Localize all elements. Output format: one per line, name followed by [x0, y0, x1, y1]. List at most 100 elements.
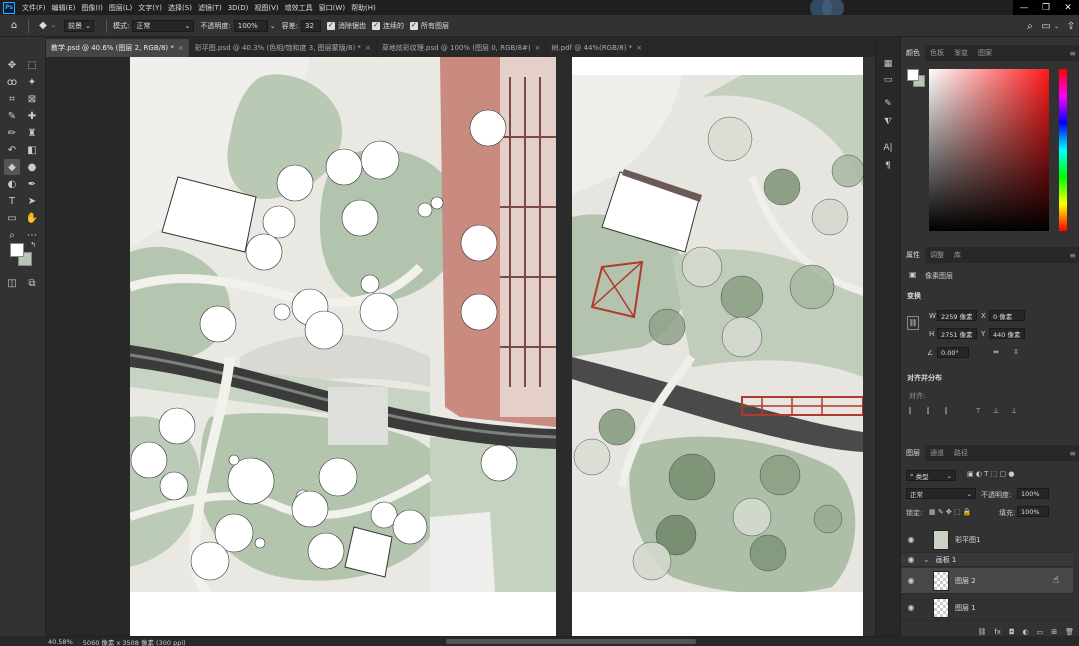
- close-tab-icon[interactable]: ×: [535, 44, 541, 52]
- y-input[interactable]: 440 像素: [989, 328, 1025, 339]
- screen-mode-icon[interactable]: ⧉: [24, 275, 40, 291]
- fill-input[interactable]: 100%: [1017, 506, 1049, 517]
- align-right-icon[interactable]: ⫿: [945, 407, 947, 416]
- search-icon[interactable]: ⌕: [1022, 18, 1038, 34]
- menu-help[interactable]: 帮助(H): [348, 3, 379, 13]
- menu-view[interactable]: 视图(V): [251, 3, 281, 13]
- hand-tool-icon[interactable]: ✋: [24, 210, 40, 226]
- new-layer-icon[interactable]: ⊞: [1051, 628, 1057, 636]
- hue-slider[interactable]: [1059, 69, 1067, 231]
- workspace-icon[interactable]: ▭: [1038, 18, 1054, 34]
- tab-grass-texture[interactable]: 草地炫彩纹理.psd @ 100% (图层 0, RGB/8#) ×: [377, 39, 547, 57]
- panel-menu-icon[interactable]: ≡: [1069, 251, 1076, 260]
- tab-tree[interactable]: 树.pdf @ 44%(RGB/8) * ×: [547, 39, 649, 57]
- foreground-color-swatch[interactable]: [10, 243, 24, 257]
- menu-plugins[interactable]: 增效工具: [282, 3, 316, 13]
- align-left-icon[interactable]: ⫿: [909, 407, 911, 416]
- fx-icon[interactable]: fx: [994, 628, 1001, 636]
- flip-vertical-icon[interactable]: ⇳: [1013, 348, 1019, 356]
- tab-properties[interactable]: 属性: [901, 247, 925, 263]
- healing-brush-icon[interactable]: ✚: [24, 108, 40, 124]
- align-middle-icon[interactable]: ⊥: [993, 407, 999, 415]
- blur-tool-icon[interactable]: ●: [24, 159, 40, 175]
- visibility-eye-icon[interactable]: ◉: [903, 603, 919, 612]
- tab-layers[interactable]: 图层: [901, 445, 925, 461]
- menu-filter[interactable]: 滤镜(T): [195, 3, 225, 13]
- move-tool-icon[interactable]: ✥: [4, 57, 20, 73]
- history-brush-icon[interactable]: ↶: [4, 142, 20, 158]
- path-select-icon[interactable]: ➤: [24, 193, 40, 209]
- new-group-icon[interactable]: ▭: [1037, 628, 1044, 636]
- pen-tool-icon[interactable]: ✒: [24, 176, 40, 192]
- paint-bucket-icon[interactable]: ◆: [35, 18, 51, 34]
- layer-row-color-plan[interactable]: ◉ 彩平图1: [901, 527, 1073, 553]
- panel-menu-icon[interactable]: ≡: [1069, 449, 1076, 458]
- zoom-level[interactable]: 40.58%: [48, 638, 73, 646]
- eraser-tool-icon[interactable]: ◧: [24, 142, 40, 158]
- align-center-icon[interactable]: ⫿: [927, 407, 929, 416]
- delete-layer-icon[interactable]: 🗑: [1065, 628, 1074, 636]
- opacity-input[interactable]: 100%: [233, 19, 268, 32]
- antialias-checkbox[interactable]: ✓: [326, 21, 335, 30]
- menu-edit[interactable]: 编辑(E): [49, 3, 79, 13]
- menu-window[interactable]: 窗口(W): [316, 3, 348, 13]
- menu-image[interactable]: 图像(I): [78, 3, 106, 13]
- horizontal-scrollbar[interactable]: [446, 639, 696, 644]
- tab-swatches[interactable]: 色板: [925, 45, 949, 61]
- minimize-icon[interactable]: —: [1013, 0, 1035, 15]
- layer-opacity-input[interactable]: 100%: [1017, 488, 1049, 499]
- close-tab-icon[interactable]: ×: [178, 44, 184, 52]
- share-icon[interactable]: ⇪: [1063, 18, 1079, 34]
- menu-3d[interactable]: 3D(D): [225, 4, 252, 12]
- marquee-tool-icon[interactable]: ⬚: [24, 57, 40, 73]
- rectangle-tool-icon[interactable]: ▭: [4, 210, 20, 226]
- height-input[interactable]: 2751 像素: [937, 328, 977, 339]
- tab-color-plan[interactable]: 彩平图.psd @ 40.3% (色相/饱和度 3, 图层蒙版/8) * ×: [190, 39, 377, 57]
- add-mask-icon[interactable]: ◘: [1009, 628, 1015, 636]
- artboard-right[interactable]: [572, 57, 863, 636]
- home-icon[interactable]: ⌂: [6, 18, 22, 34]
- align-top-icon[interactable]: ⊤: [975, 407, 981, 415]
- panel-menu-icon[interactable]: ≡: [1069, 49, 1076, 58]
- stamp-tool-icon[interactable]: ♜: [24, 125, 40, 141]
- tab-adjustments[interactable]: 调整: [925, 247, 949, 263]
- paint-bucket-tool-icon[interactable]: ◆: [4, 159, 20, 175]
- contiguous-checkbox[interactable]: ✓: [371, 21, 380, 30]
- crop-tool-icon[interactable]: ⌗: [4, 91, 20, 107]
- tab-color[interactable]: 颜色: [901, 45, 925, 61]
- brush-settings-icon[interactable]: ✎: [880, 97, 896, 111]
- blend-mode-dropdown[interactable]: 正常 ⌄: [906, 488, 976, 499]
- tab-paths[interactable]: 路径: [949, 445, 973, 461]
- link-dimensions-icon[interactable]: ⛓: [907, 316, 919, 330]
- history-panel-icon[interactable]: ▦: [880, 57, 896, 71]
- canvas-area[interactable]: [46, 57, 875, 636]
- tolerance-input[interactable]: 32: [300, 19, 321, 32]
- lock-icons[interactable]: ▦ ✎ ✥ ⬚ 🔒: [929, 508, 972, 516]
- character-panel-icon[interactable]: A|: [880, 141, 896, 155]
- link-layers-icon[interactable]: ⛓: [977, 628, 986, 636]
- magic-wand-icon[interactable]: ✦: [24, 74, 40, 90]
- quick-mask-icon[interactable]: ◫: [4, 275, 20, 291]
- layer-row-artboard[interactable]: ◉ ⌄ 画板 1: [901, 553, 1073, 567]
- layer-row-layer-1[interactable]: ◉ 图层 1: [901, 595, 1073, 621]
- layer-filter-dropdown[interactable]: ⌕ 类型 ⌄: [906, 470, 956, 481]
- tab-gradients[interactable]: 渐变: [949, 45, 973, 61]
- type-tool-icon[interactable]: T: [4, 193, 20, 209]
- menu-layer[interactable]: 图层(L): [106, 3, 135, 13]
- close-tab-icon[interactable]: ×: [636, 44, 642, 52]
- comments-panel-icon[interactable]: ▭: [880, 73, 896, 87]
- visibility-eye-icon[interactable]: ◉: [903, 535, 919, 544]
- dodge-tool-icon[interactable]: ◐: [4, 176, 20, 192]
- panel-foreground-swatch[interactable]: [907, 69, 919, 81]
- tab-patterns[interactable]: 图案: [973, 45, 997, 61]
- adjustment-layer-icon[interactable]: ◐: [1023, 628, 1029, 636]
- chevron-down-icon[interactable]: ⌄: [923, 555, 930, 564]
- color-picker-field[interactable]: [929, 69, 1049, 231]
- width-input[interactable]: 2259 像素: [937, 310, 977, 321]
- flip-horizontal-icon[interactable]: ⇹: [993, 348, 999, 356]
- brush-tool-icon[interactable]: ✏: [4, 125, 20, 141]
- eyedropper-icon[interactable]: ✎: [4, 108, 20, 124]
- angle-input[interactable]: 0.00°: [937, 347, 969, 358]
- tab-libraries[interactable]: 库: [949, 247, 966, 263]
- fill-source-dropdown[interactable]: 前景 ⌄: [64, 19, 95, 32]
